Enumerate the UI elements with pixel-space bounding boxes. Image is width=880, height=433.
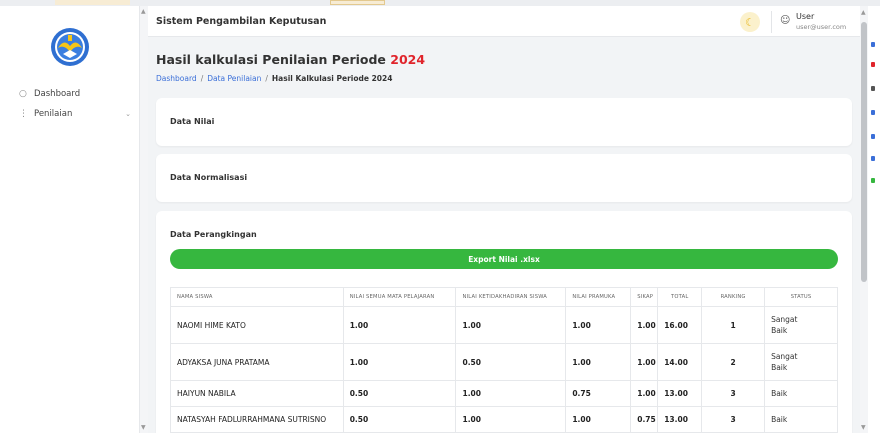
user-email: user@user.com <box>796 23 847 31</box>
edge-marker <box>871 62 875 67</box>
card-data-normalisasi[interactable]: Data Normalisasi <box>156 154 852 202</box>
cell-nama: NAOMI HIME KATO <box>170 306 344 344</box>
column-header: NILAI KETIDAKHADIRAN SISWA <box>455 287 567 307</box>
cell-nama: NATASYAH FADLURRAHMANA SUTRISNO <box>170 406 344 433</box>
app-title: Sistem Pengambilan Keputusan <box>156 16 327 27</box>
cell-ranking: 3 <box>701 380 766 407</box>
column-header: NILAI PRAMUKA <box>565 287 632 307</box>
sidebar-item-dashboard[interactable]: ○ Dashboard <box>19 89 131 99</box>
edge-marker <box>871 156 875 161</box>
cell-sikap: 1.00 <box>630 343 659 381</box>
sidebar-item-penilaian[interactable]: ⋮ Penilaian ⌄ <box>19 109 131 119</box>
edge-marker <box>871 86 875 91</box>
cell-status: Baik <box>764 406 838 433</box>
top-header: Sistem Pengambilan Keputusan ☾ ☺ User us… <box>148 6 860 37</box>
circle-icon: ○ <box>19 89 27 99</box>
scroll-up-icon[interactable]: ▲ <box>861 9 866 16</box>
cell-mapel: 1.00 <box>342 343 457 381</box>
right-edge-strip <box>868 6 880 433</box>
scrollbar-thumb[interactable] <box>861 22 867 282</box>
column-header: NILAI SEMUA MATA PELAJARAN <box>342 287 457 307</box>
scroll-down-icon[interactable]: ▼ <box>861 424 866 431</box>
cell-total: 16.00 <box>657 306 703 344</box>
breadcrumb-data-penilaian[interactable]: Data Penilaian <box>207 74 261 83</box>
period-year: 2024 <box>390 52 426 67</box>
card-title: Data Perangkingan <box>170 230 257 239</box>
scroll-down-icon[interactable]: ▼ <box>141 424 146 431</box>
main-scrollbar[interactable]: ▲ ▼ <box>860 6 868 433</box>
column-header: RANKING <box>701 287 766 307</box>
page-title: Hasil kalkulasi Penilaian Periode 2024 <box>156 52 426 67</box>
dark-mode-toggle[interactable]: ☾ <box>740 12 760 32</box>
column-header: TOTAL <box>657 287 703 307</box>
card-title: Data Nilai <box>170 117 215 126</box>
cell-pramuka: 0.75 <box>565 380 632 407</box>
moon-icon: ☾ <box>745 15 755 29</box>
column-header: NAMA SISWA <box>170 287 344 307</box>
card-data-nilai[interactable]: Data Nilai <box>156 98 852 146</box>
edge-marker <box>871 42 875 47</box>
cell-hadir: 1.00 <box>455 406 567 433</box>
table-row: NAOMI HIME KATO 1.00 1.00 1.00 1.00 16.0… <box>170 306 838 344</box>
chevron-down-icon: ⌄ <box>125 110 131 118</box>
header-divider <box>771 11 772 33</box>
export-xlsx-button[interactable]: Export Nilai .xlsx <box>170 249 838 269</box>
table-row: HAIYUN NABILA 0.50 1.00 0.75 1.00 13.00 … <box>170 380 838 407</box>
cell-total: 13.00 <box>657 380 703 407</box>
cell-mapel: 0.50 <box>342 406 457 433</box>
cell-status: Sangat Baik <box>764 306 838 344</box>
edge-marker <box>871 178 875 183</box>
cell-status: Baik <box>764 380 838 407</box>
sidebar-item-label: Penilaian <box>34 109 73 119</box>
cell-total: 14.00 <box>657 343 703 381</box>
cell-mapel: 1.00 <box>342 306 457 344</box>
sidebar: ○ Dashboard ⋮ Penilaian ⌄ <box>0 6 140 433</box>
cell-pramuka: 1.00 <box>565 306 632 344</box>
cell-status: Sangat Baik <box>764 343 838 381</box>
ranking-table: NAMA SISWA NILAI SEMUA MATA PELAJARAN NI… <box>170 287 838 433</box>
top-highlight-box <box>330 0 385 5</box>
table-row: ADYAKSA JUNA PRATAMA 1.00 0.50 1.00 1.00… <box>170 343 838 381</box>
card-data-perangkingan: Data Perangkingan Export Nilai .xlsx NAM… <box>156 211 852 433</box>
scroll-up-icon[interactable]: ▲ <box>141 8 146 15</box>
user-icon[interactable]: ☺ <box>780 15 790 26</box>
table-row: NATASYAH FADLURRAHMANA SUTRISNO 0.50 1.0… <box>170 406 838 433</box>
cell-nama: ADYAKSA JUNA PRATAMA <box>170 343 344 381</box>
cell-sikap: 1.00 <box>630 380 659 407</box>
tut-wuri-handayani-logo <box>51 28 89 66</box>
cell-ranking: 2 <box>701 343 766 381</box>
sidebar-item-label: Dashboard <box>34 89 81 99</box>
breadcrumb-dashboard[interactable]: Dashboard <box>156 74 197 83</box>
column-header: SIKAP <box>630 287 659 307</box>
cell-pramuka: 1.00 <box>565 406 632 433</box>
top-highlight <box>55 0 130 5</box>
breadcrumb-current: Hasil Kalkulasi Periode 2024 <box>271 74 393 83</box>
cell-ranking: 3 <box>701 406 766 433</box>
user-name[interactable]: User <box>796 12 814 21</box>
edge-marker <box>871 134 875 139</box>
card-title: Data Normalisasi <box>170 173 248 182</box>
column-header: STATUS <box>764 287 838 307</box>
cell-hadir: 1.00 <box>455 380 567 407</box>
cell-hadir: 1.00 <box>455 306 567 344</box>
cell-hadir: 0.50 <box>455 343 567 381</box>
sidebar-scrollbar[interactable]: ▲ ▼ <box>140 6 148 433</box>
cell-sikap: 1.00 <box>630 306 659 344</box>
edge-marker <box>871 110 875 115</box>
table-header-row: NAMA SISWA NILAI SEMUA MATA PELAJARAN NI… <box>170 287 838 307</box>
cell-ranking: 1 <box>701 306 766 344</box>
cell-pramuka: 1.00 <box>565 343 632 381</box>
cell-mapel: 0.50 <box>342 380 457 407</box>
breadcrumb: Dashboard / Data Penilaian / Hasil Kalkulasi… <box>156 74 393 83</box>
cell-nama: HAIYUN NABILA <box>170 380 344 407</box>
cell-total: 13.00 <box>657 406 703 433</box>
cell-sikap: 0.75 <box>630 406 659 433</box>
list-icon: ⋮ <box>19 109 28 119</box>
